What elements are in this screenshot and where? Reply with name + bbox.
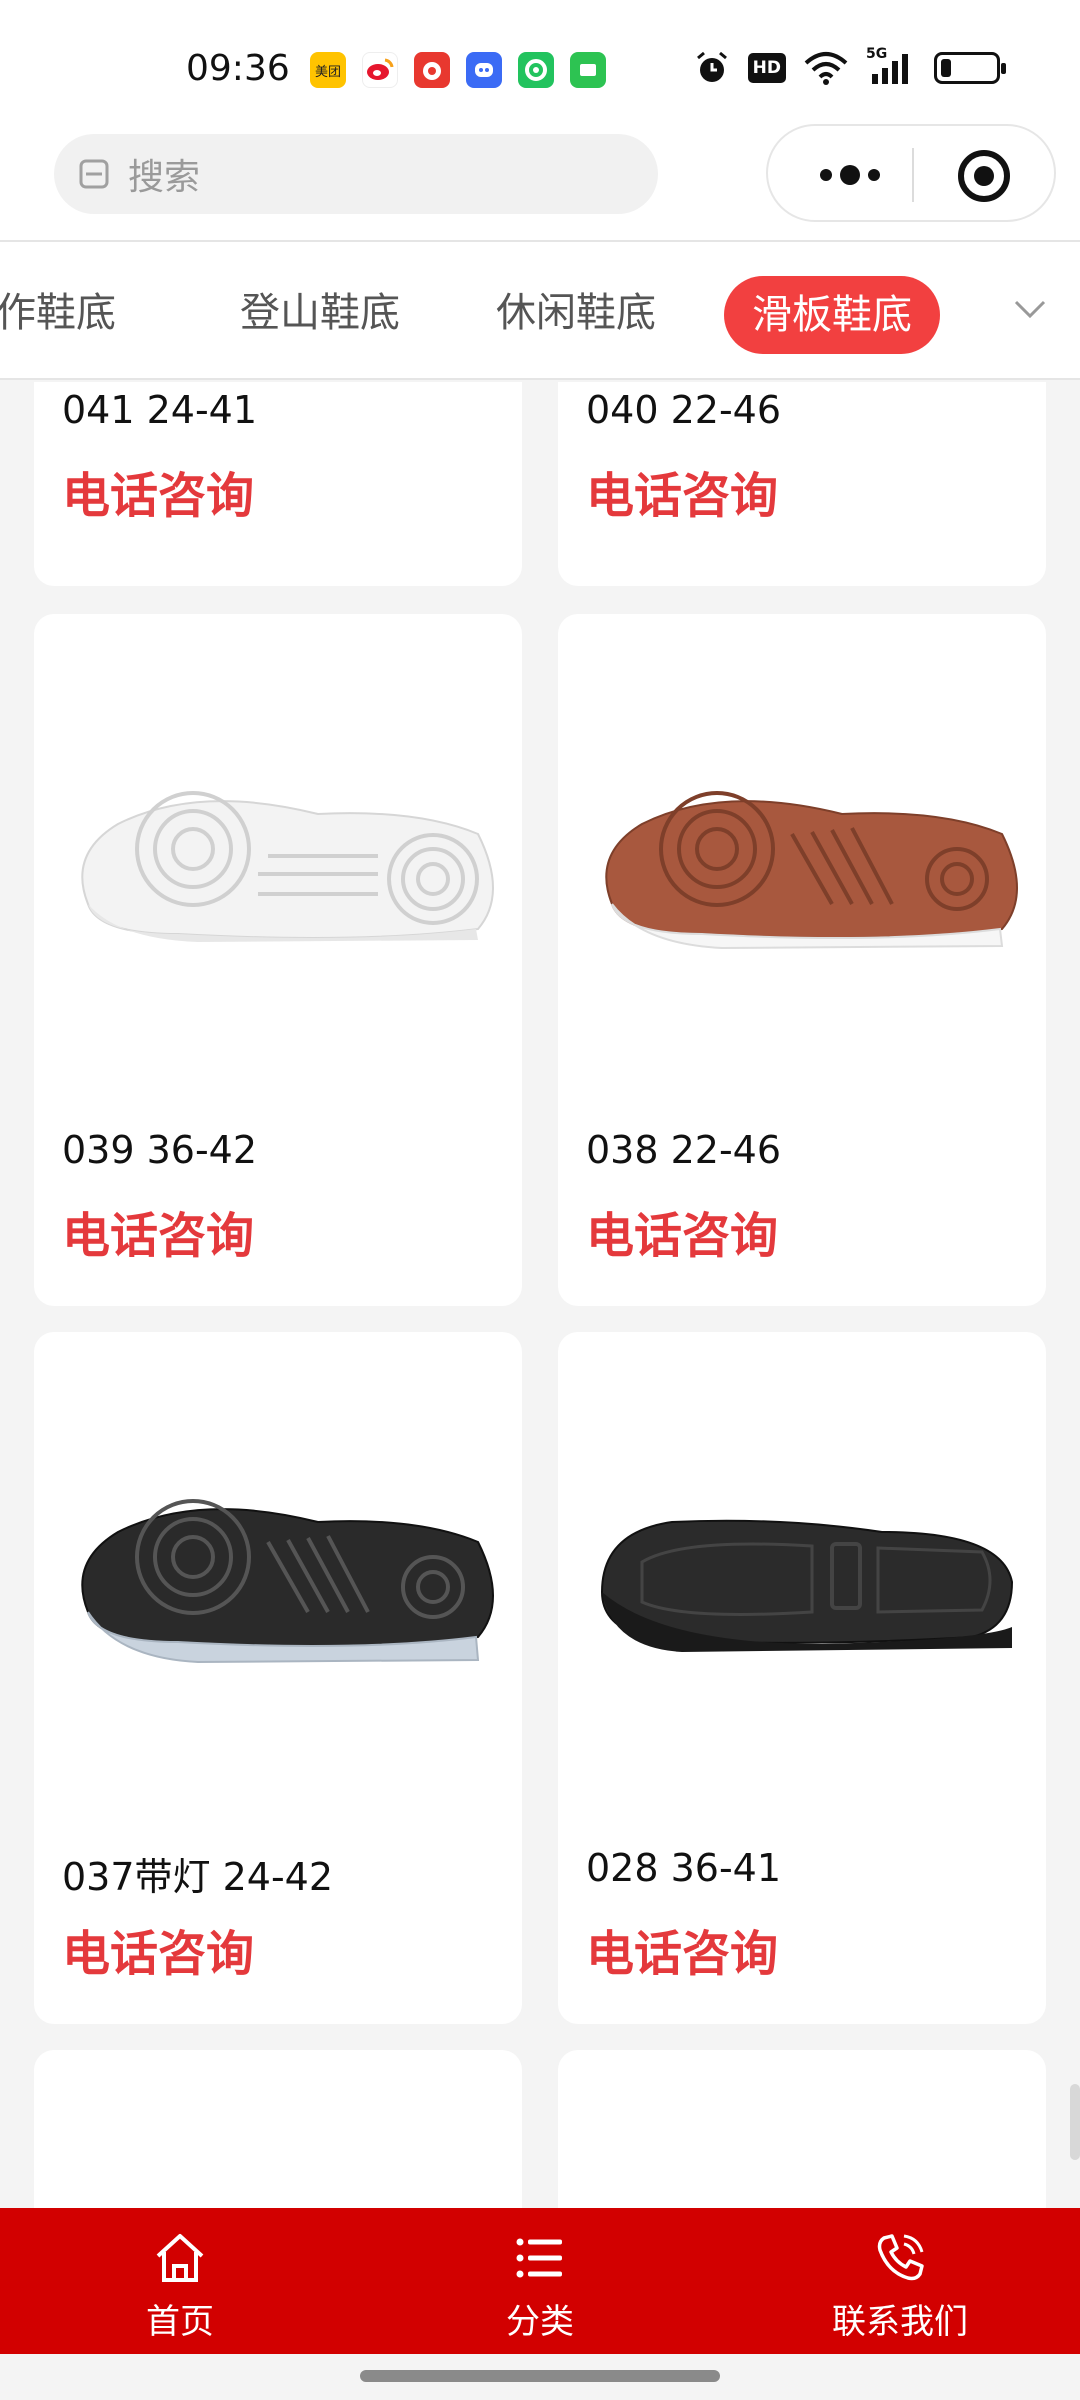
- product-card[interactable]: 040 22-46 电话咨询: [558, 382, 1046, 586]
- scrollbar-thumb[interactable]: [1070, 2084, 1080, 2160]
- product-price-label: 电话咨询: [586, 1208, 779, 1264]
- nav-category-label: 分类: [506, 2302, 574, 2342]
- search-placeholder: 搜索: [128, 157, 201, 198]
- header: 搜索: [0, 120, 1080, 240]
- more-icon[interactable]: [810, 158, 890, 192]
- product-card[interactable]: 037带灯 24-42 电话咨询: [34, 1332, 522, 2024]
- home-icon: [156, 2234, 204, 2282]
- search-bar[interactable]: 搜索: [54, 134, 658, 214]
- status-time: 09:36: [186, 48, 290, 89]
- product-card[interactable]: 041 24-41 电话咨询: [34, 382, 522, 586]
- status-bar: 09:36 美团 HD 5G: [0, 0, 1080, 130]
- tab-category-2[interactable]: 休闲鞋底: [496, 280, 656, 338]
- nav-contact[interactable]: 联系我们: [800, 2228, 1000, 2343]
- product-price-label: 电话咨询: [62, 1926, 255, 1982]
- product-card[interactable]: 039 36-42 电话咨询: [34, 614, 522, 1306]
- nav-category[interactable]: 分类: [440, 2228, 640, 2343]
- product-card[interactable]: [34, 2050, 522, 2208]
- product-image-black-sole: [81, 1499, 494, 1664]
- meituan-icon: 美团: [310, 52, 346, 88]
- product-name: 040 22-46: [586, 388, 782, 432]
- product-card[interactable]: [558, 2050, 1046, 2208]
- tab-category-0[interactable]: 作鞋底: [0, 280, 116, 338]
- phone-call-icon: [877, 2234, 924, 2281]
- nav-contact-label: 联系我们: [832, 2302, 968, 2342]
- green-app-icon: [518, 52, 554, 88]
- nav-home[interactable]: 首页: [80, 2228, 280, 2343]
- product-name: 039 36-42: [62, 1128, 258, 1172]
- alarm-icon: [694, 50, 730, 86]
- product-name: 037带灯 24-42: [62, 1855, 334, 1899]
- product-image-brown-sole: [605, 791, 1018, 950]
- product-name: 028 36-41: [586, 1846, 782, 1890]
- system-icons: HD 5G: [694, 46, 1006, 86]
- product-name: 038 22-46: [586, 1128, 782, 1172]
- tab-category-3-active[interactable]: 滑板鞋底: [724, 276, 940, 354]
- bottom-navigation: 首页 分类 联系我们: [0, 2208, 1080, 2354]
- capsule-divider: [912, 148, 914, 202]
- notification-app-icons: 美团: [310, 52, 606, 88]
- wifi-icon: [804, 50, 848, 86]
- product-name: 041 24-41: [62, 388, 258, 432]
- product-price-label: 电话咨询: [62, 468, 255, 524]
- nav-home-label: 首页: [146, 2302, 214, 2342]
- red-app-icon: [414, 52, 450, 88]
- miniprogram-capsule: [766, 124, 1056, 222]
- product-image-white-sole: [81, 791, 494, 942]
- tab-category-1[interactable]: 登山鞋底: [240, 280, 400, 338]
- cellular-signal-icon: 5G: [866, 46, 916, 86]
- battery-icon: [934, 50, 1006, 86]
- iqiyi-icon: [570, 52, 606, 88]
- product-card[interactable]: 028 36-41 电话咨询: [558, 1332, 1046, 2024]
- hd-icon: HD: [747, 50, 786, 86]
- gesture-bar-area: [0, 2354, 1080, 2400]
- product-card[interactable]: 038 22-46 电话咨询: [558, 614, 1046, 1306]
- product-price-label: 电话咨询: [586, 1926, 779, 1982]
- product-price-label: 电话咨询: [586, 468, 779, 524]
- close-target-icon[interactable]: [956, 148, 1012, 204]
- scan-search-icon: [79, 159, 109, 189]
- product-grid: 041 24-41 电话咨询 040 22-46 电话咨询 039 36-42 …: [0, 382, 1080, 2208]
- product-price-label: 电话咨询: [62, 1208, 255, 1264]
- qq-icon: [466, 52, 502, 88]
- chevron-down-icon[interactable]: [1010, 294, 1050, 324]
- weibo-icon: [362, 52, 398, 88]
- category-tabs: 作鞋底 登山鞋底 休闲鞋底 滑板鞋底: [0, 240, 1080, 380]
- home-indicator[interactable]: [360, 2370, 720, 2382]
- list-icon: [516, 2238, 562, 2278]
- product-image-dark-flat-sole: [600, 1519, 1014, 1652]
